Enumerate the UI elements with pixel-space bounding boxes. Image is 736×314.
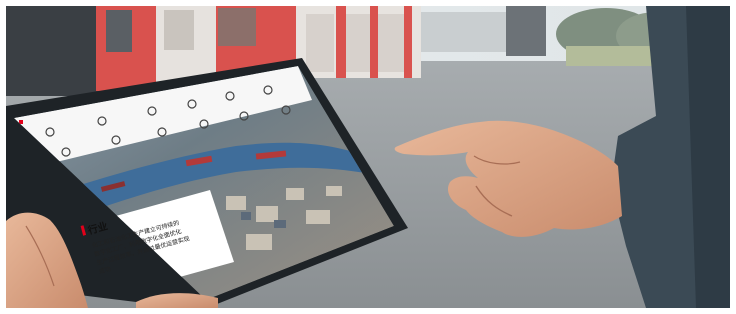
photo-frame: 行业 化工和石油化工生产建立可持续的 数字化工厂、利用数字化全面优化 生产过程效… xyxy=(6,6,730,308)
photo-scene: 行业 化工和石油化工生产建立可持续的 数字化工厂、利用数字化全面优化 生产过程效… xyxy=(6,6,730,308)
